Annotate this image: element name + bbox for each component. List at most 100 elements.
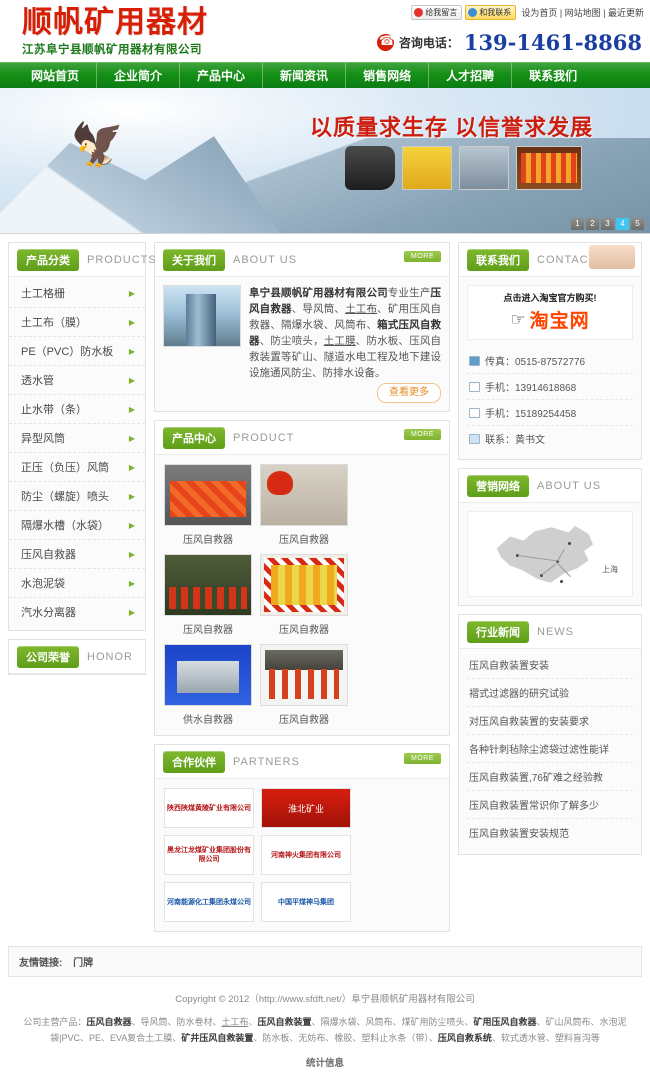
banner-page-2[interactable]: 2 (586, 218, 599, 230)
partner-logo[interactable]: 淮北矿业 (261, 788, 351, 828)
china-map[interactable]: 上海 (467, 511, 633, 597)
aliwangwang-button[interactable]: 和我联系 (465, 5, 517, 20)
sidebar-item-geogrid[interactable]: 土工格栅 ▶ (9, 279, 145, 308)
qq-message-button[interactable]: 给我留言 (411, 5, 463, 20)
about-company-name: 阜宁县顺帆矿用器材有限公司 (249, 287, 388, 299)
product-categories-title-en: PRODUCTS (87, 254, 157, 266)
partner-logo[interactable]: 陕西陕煤黄陵矿业有限公司 (164, 788, 254, 828)
nav-item-contact[interactable]: 联系我们 (512, 63, 594, 89)
header-phone: 咨询电话： 139-1461-8868 (376, 30, 642, 55)
footer-products: 公司主营产品：压风自救器、导风筒、防水卷材、土工布、压风自救装置、隔爆水袋、风筒… (10, 1014, 640, 1046)
news-item[interactable]: 压风自救装置常识你了解多少 (467, 791, 633, 819)
nav-item-recruitment[interactable]: 人才招聘 (429, 62, 513, 89)
sidebar-item-pressure-duct[interactable]: 正压（负压）风筒 ▶ (9, 453, 145, 482)
friendly-link-item[interactable]: 门牌 (73, 958, 93, 969)
sidebar-item-waterstop[interactable]: 止水带（条） ▶ (9, 395, 145, 424)
product-center-more-button[interactable]: MORE (404, 429, 441, 440)
partners-more-button[interactable]: MORE (404, 753, 441, 764)
map-label-shanghai: 上海 (602, 565, 618, 574)
sales-network-title-en: ABOUT US (537, 480, 602, 492)
partner-logo[interactable]: 中国平煤神马集团 (261, 882, 351, 922)
footer-prod-1: 压风自救器 (86, 1017, 132, 1027)
taobao-banner[interactable]: 点击进入淘宝官方购买! ☞ 淘宝网 (467, 285, 633, 340)
partners-title-en: PARTNERS (233, 756, 300, 768)
product-card[interactable]: 压风自救器 (260, 554, 348, 636)
mobile-icon (469, 381, 480, 392)
news-item[interactable]: 对压风自救装置的安装要求 (467, 707, 633, 735)
friendly-links-label: 友情链接: (19, 958, 63, 969)
product-caption: 压风自救器 (279, 535, 329, 546)
about-us-title-en: ABOUT US (233, 254, 298, 266)
sales-network-header: 营销网络 ABOUT US (459, 469, 641, 503)
nav-item-home[interactable]: 网站首页 (14, 62, 98, 89)
sidebar-item-water-mud-bag[interactable]: 水泡泥袋 ▶ (9, 569, 145, 598)
eagle-icon: 🦅 (68, 116, 131, 173)
product-image (164, 554, 252, 616)
sidebar-item-geotextile[interactable]: 土工布（膜） ▶ (9, 308, 145, 337)
qq-message-label: 给我留言 (425, 8, 458, 17)
sidebar-item-permeable-pipe[interactable]: 透水管 ▶ (9, 366, 145, 395)
pointing-hand-icon: ☞ (510, 309, 526, 329)
hero-banner[interactable]: 🦅 以质量求生存 以信誉求发展 1 2 3 4 5 (0, 88, 650, 234)
phone-label: 咨询电话： (398, 36, 459, 50)
about-us-more-button[interactable]: MORE (404, 251, 441, 262)
sidebar-item-waterproof-board[interactable]: PE（PVC）防水板 ▶ (9, 337, 145, 366)
left-sidebar: 产品分类 PRODUCTS 土工格栅 ▶ 土工布（膜） ▶ PE（PVC）防水板 ▶ … (8, 242, 156, 940)
banner-page-3[interactable]: 3 (601, 218, 614, 230)
contact-panel: 联系我们 CONTACT 点击进入淘宝官方购买! ☞ 淘宝网 传真：0515-8… (458, 242, 642, 460)
partner-logo[interactable]: 河南神火集团有限公司 (261, 835, 351, 875)
chevron-right-icon: ▶ (128, 520, 135, 530)
site-logo[interactable]: 顺帆矿用器材 江苏阜宁县顺帆矿用器材有限公司 (22, 6, 208, 57)
banner-page-4[interactable]: 4 (616, 218, 629, 230)
contact-value: 手机：15189254458 (485, 409, 577, 420)
sidebar-item-explosion-water-trough[interactable]: 隔爆水槽（水袋） ▶ (9, 511, 145, 540)
news-item[interactable]: 压风自救装置安装 (467, 651, 633, 679)
sidebar-item-label: 透水管 (21, 375, 54, 387)
nav-item-sales-network[interactable]: 销售网络 (346, 62, 430, 89)
sidebar-item-special-duct[interactable]: 异型风筒 ▶ (9, 424, 145, 453)
banner-page-1[interactable]: 1 (571, 218, 584, 230)
mail-icon (469, 433, 480, 444)
banner-page-5[interactable]: 5 (631, 218, 644, 230)
product-center-title: 产品中心 (163, 427, 225, 449)
sidebar-item-label: 异型风筒 (21, 433, 65, 445)
page-root: 顺帆矿用器材 江苏阜宁县顺帆矿用器材有限公司 给我留言 和我联系 设为首页 | … (0, 0, 650, 1077)
nav-item-about[interactable]: 企业简介 (97, 62, 181, 89)
partner-label: 中国平煤神马集团 (278, 898, 334, 906)
chevron-right-icon: ▶ (128, 375, 135, 385)
news-item[interactable]: 压风自救装置,76矿难之经验教 (467, 763, 633, 791)
company-honor-title: 公司荣誉 (17, 646, 79, 668)
footer-products-prefix: 公司主营产品： (23, 1017, 87, 1027)
news-item[interactable]: 压风自救装置安装规范 (467, 819, 633, 846)
header-text-links[interactable]: 设为首页 | 网站地图 | 最近更新 (521, 6, 644, 19)
contact-fax: 传真：0515-87572776 (467, 348, 633, 374)
product-card[interactable]: 压风自救器 (164, 464, 252, 546)
sidebar-item-dust-nozzle[interactable]: 防尘（螺旋）喷头 ▶ (9, 482, 145, 511)
sidebar-item-steam-separator[interactable]: 汽水分离器 ▶ (9, 598, 145, 626)
partner-logo[interactable]: 河南能源化工集团永煤公司 (164, 882, 254, 922)
map-dot-beijing (568, 542, 571, 545)
sales-network-panel: 营销网络 ABOUT US 上海 (458, 468, 642, 606)
about-view-more-button[interactable]: 查看更多 (377, 383, 441, 403)
sidebar-item-label: 防尘（螺旋）喷头 (21, 491, 109, 503)
fax-icon (469, 355, 480, 366)
partner-logo[interactable]: 黑龙江龙煤矿业集团股份有限公司 (164, 835, 254, 875)
taobao-tip: 点击进入淘宝官方购买! (503, 293, 597, 303)
nav-item-products[interactable]: 产品中心 (180, 62, 264, 89)
product-card[interactable]: 压风自救器 (260, 644, 348, 726)
contact-title-en: CONTACT (537, 254, 597, 266)
product-card[interactable]: 压风自救器 (260, 464, 348, 546)
phone-number: 139-1461-8868 (463, 30, 642, 55)
product-card[interactable]: 压风自救器 (164, 554, 252, 636)
chevron-right-icon: ▶ (128, 491, 135, 501)
product-card[interactable]: 供水自救器 (164, 644, 252, 726)
about-us-header: 关于我们 ABOUT US MORE (155, 243, 449, 277)
sidebar-item-air-self-rescuer[interactable]: 压风自救器 ▶ (9, 540, 145, 569)
chevron-right-icon: ▶ (128, 288, 135, 298)
product-image (260, 554, 348, 616)
news-item[interactable]: 各种针刺毡除尘滤袋过滤性能详 (467, 735, 633, 763)
nav-item-news[interactable]: 新闻资讯 (263, 62, 347, 89)
news-item[interactable]: 褶式过滤器的研究试验 (467, 679, 633, 707)
partner-label: 淮北矿业 (262, 789, 350, 827)
company-honor-header: 公司荣誉 HONOR (9, 640, 145, 674)
